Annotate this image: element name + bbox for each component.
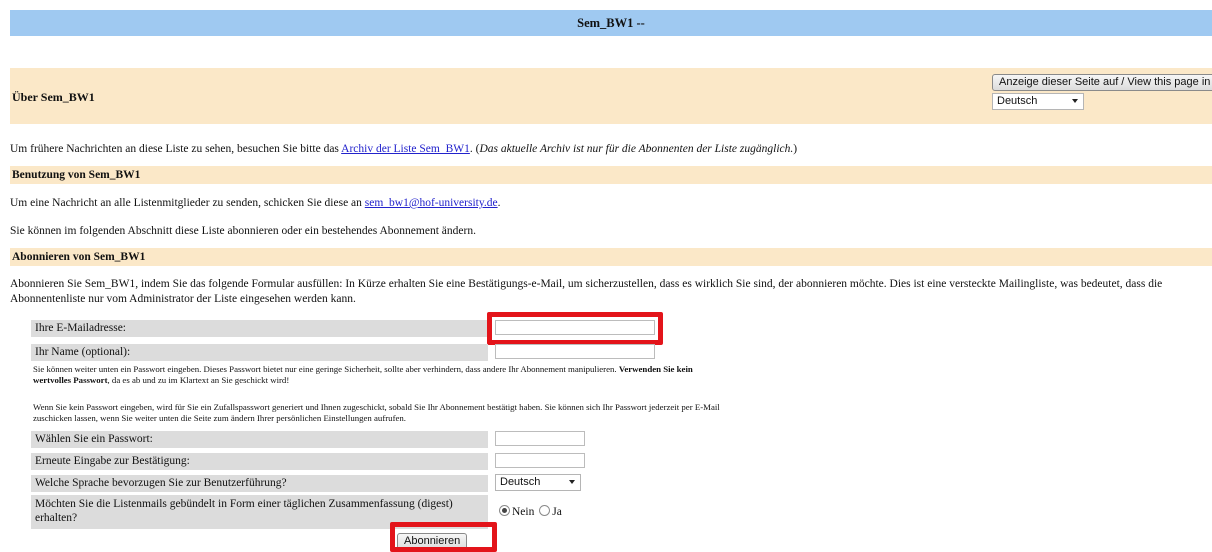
language-label: Welche Sprache bevorzugen Sie zur Benutz… bbox=[31, 475, 488, 492]
password-note-1-text: Sie können weiter unten ein Passwort ein… bbox=[33, 364, 619, 374]
archive-close-paren: ) bbox=[793, 143, 798, 155]
subscribe-highlight-box bbox=[390, 522, 497, 552]
archive-text-before: Um frühere Nachrichten an diese Liste zu… bbox=[10, 143, 342, 155]
password-note-1: Sie können weiter unten ein Passwort ein… bbox=[33, 364, 833, 386]
about-title: Über Sem_BW1 bbox=[12, 90, 95, 104]
send-text: Um eine Nachricht an alle Listenmitglied… bbox=[10, 197, 500, 209]
send-text-after: . bbox=[497, 197, 501, 209]
list-email-link[interactable]: sem_bw1@hof-university.de bbox=[365, 197, 498, 209]
digest-no-label: Nein bbox=[512, 506, 535, 518]
page-title: Sem_BW1 -- bbox=[577, 16, 645, 30]
about-section: Über Sem_BW1 Anzeige dieser Seite auf / … bbox=[10, 68, 1212, 124]
archive-text: Um frühere Nachrichten an diese Liste zu… bbox=[10, 143, 797, 155]
password-warning-a: Verwenden Sie kein bbox=[618, 364, 693, 374]
page-title-bar: Sem_BW1 -- bbox=[10, 10, 1212, 36]
password-warning-b: wertvolles Passwort bbox=[33, 375, 108, 385]
view-page-in-button[interactable]: Anzeige dieser Seite auf / View this pag… bbox=[992, 74, 1212, 91]
subscribe-intro-line2: Abonnentenliste nur vom Administrator de… bbox=[10, 293, 356, 305]
section-text: Sie können im folgenden Abschnitt diese … bbox=[10, 225, 476, 237]
password-label: Wählen Sie ein Passwort: bbox=[31, 431, 488, 448]
archive-note: Das aktuelle Archiv ist nur für die Abon… bbox=[479, 143, 794, 155]
send-text-before: Um eine Nachricht an alle Listenmitglied… bbox=[10, 197, 365, 209]
password-note-2-line1: Wenn Sie kein Passwort eingeben, wird fü… bbox=[33, 402, 720, 412]
password-confirm-label: Erneute Eingabe zur Bestätigung: bbox=[31, 453, 488, 470]
page-language-select[interactable]: Deutsch bbox=[992, 93, 1084, 110]
password-note-2: Wenn Sie kein Passwort eingeben, wird fü… bbox=[33, 402, 873, 424]
digest-no-radio[interactable] bbox=[499, 505, 510, 516]
chevron-down-icon bbox=[569, 480, 575, 484]
chevron-down-icon bbox=[1072, 99, 1078, 103]
password-field[interactable] bbox=[495, 431, 585, 446]
subscribe-intro: Abonnieren Sie Sem_BW1, indem Sie das fo… bbox=[10, 277, 1200, 307]
password-note-1-tail: , da es ab und zu im Klartext an Sie ges… bbox=[107, 375, 290, 385]
archive-link[interactable]: Archiv der Liste Sem_BW1 bbox=[341, 143, 470, 155]
email-highlight-box bbox=[487, 312, 663, 345]
subscribe-intro-line1: Abonnieren Sie Sem_BW1, indem Sie das fo… bbox=[10, 278, 1163, 290]
password-note-2-line2: zuschicken lassen, wenn Sie weiter unten… bbox=[33, 413, 407, 423]
digest-options: Nein Ja bbox=[499, 505, 562, 518]
password-confirm-field[interactable] bbox=[495, 453, 585, 468]
language-select[interactable]: Deutsch bbox=[495, 474, 581, 491]
email-label: Ihre E-Mailadresse: bbox=[31, 320, 488, 337]
digest-yes-label: Ja bbox=[552, 506, 562, 518]
subscribe-heading: Abonnieren von Sem_BW1 bbox=[10, 248, 1212, 266]
page-language-value: Deutsch bbox=[997, 95, 1038, 107]
name-label: Ihr Name (optional): bbox=[31, 344, 488, 361]
name-field[interactable] bbox=[495, 344, 655, 359]
digest-label-line1: Möchten Sie die Listenmails gebündelt in… bbox=[35, 498, 453, 510]
usage-heading: Benutzung von Sem_BW1 bbox=[10, 166, 1212, 184]
language-switcher: Anzeige dieser Seite auf / View this pag… bbox=[992, 74, 1212, 110]
digest-yes-radio[interactable] bbox=[539, 505, 551, 516]
language-select-value: Deutsch bbox=[500, 476, 541, 488]
